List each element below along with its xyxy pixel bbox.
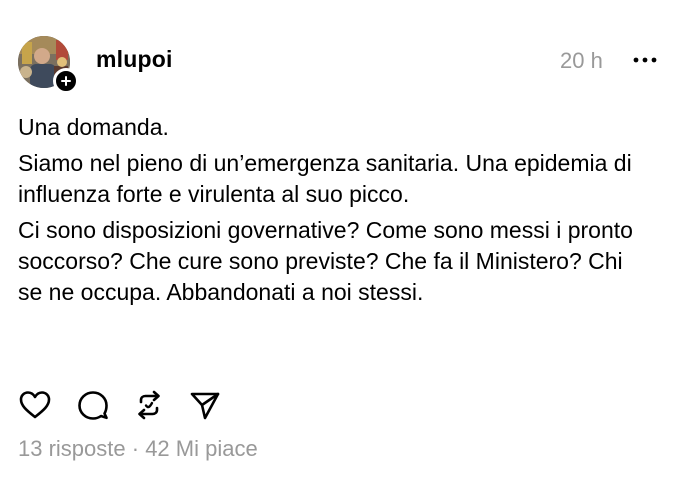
post-paragraph: Una domanda. bbox=[18, 114, 169, 140]
more-icon[interactable] bbox=[632, 50, 658, 70]
stats-separator: · bbox=[125, 436, 146, 461]
avatar-container[interactable] bbox=[18, 36, 79, 94]
likes-count[interactable]: 42 Mi piace bbox=[145, 436, 258, 461]
post-body: Una domanda. Siamo nel pieno di un’emerg… bbox=[18, 112, 648, 313]
heart-icon[interactable] bbox=[18, 388, 52, 422]
follow-plus-icon[interactable] bbox=[53, 68, 79, 94]
post-paragraph: Ci sono disposizioni governative? Come s… bbox=[18, 217, 633, 305]
post-timestamp: 20 h bbox=[560, 48, 603, 73]
post: mlupoi 20 h Una domanda. Siamo nel pieno… bbox=[0, 0, 680, 499]
post-header: mlupoi 20 h bbox=[18, 36, 668, 94]
username[interactable]: mlupoi bbox=[96, 46, 173, 73]
comment-icon[interactable] bbox=[76, 388, 110, 422]
share-icon[interactable] bbox=[188, 388, 222, 422]
post-stats: 13 risposte · 42 Mi piace bbox=[18, 436, 258, 462]
post-paragraph: Siamo nel pieno di un’emergenza sanitari… bbox=[18, 150, 632, 207]
repost-icon[interactable] bbox=[132, 388, 166, 422]
replies-count[interactable]: 13 risposte bbox=[18, 436, 126, 461]
